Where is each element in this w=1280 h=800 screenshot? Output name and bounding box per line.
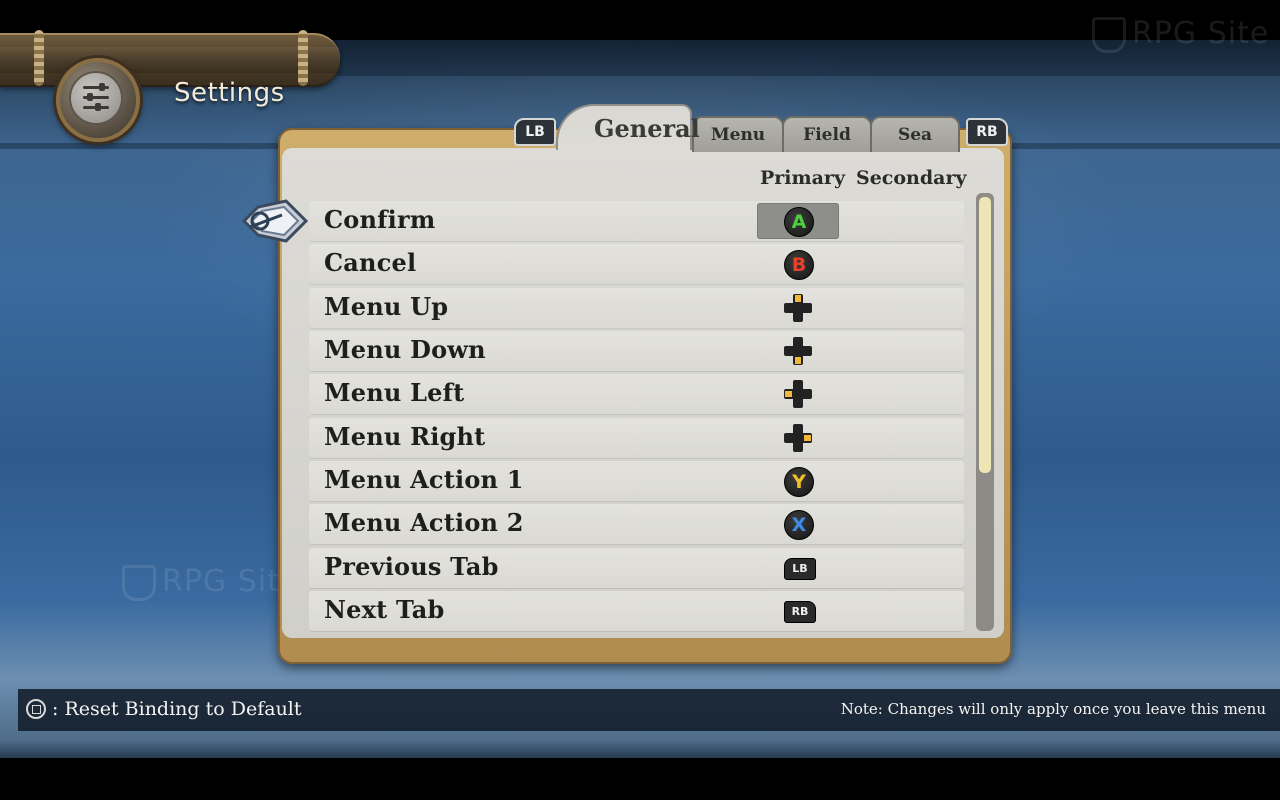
binding-row-menu-action-2[interactable]: Menu Action 2 X: [309, 504, 964, 544]
selection-cursor-icon: [241, 199, 309, 243]
rb-bumper-icon: RB: [784, 601, 816, 623]
primary-binding-cell[interactable]: A: [757, 203, 839, 239]
binding-row-menu-down[interactable]: Menu Down: [309, 331, 964, 371]
binding-label: Menu Action 2: [324, 508, 524, 537]
y-button-icon: Y: [784, 467, 814, 497]
settings-sliders-icon: [56, 58, 140, 142]
rope-knot-decoration: [34, 30, 44, 86]
dpad-down-icon: [784, 337, 812, 365]
primary-binding-cell[interactable]: B: [757, 246, 839, 282]
binding-row-menu-up[interactable]: Menu Up: [309, 288, 964, 328]
dpad-left-icon: [784, 380, 812, 408]
watermark-top: RPG Site: [1092, 16, 1269, 53]
rope-knot-decoration: [298, 30, 308, 86]
binding-row-menu-left[interactable]: Menu Left: [309, 374, 964, 414]
binding-label: Menu Right: [324, 422, 486, 451]
tab-general[interactable]: General: [556, 104, 700, 150]
binding-row-confirm[interactable]: Confirm A: [309, 201, 964, 241]
a-button-icon: A: [784, 207, 814, 237]
watermark-shield-icon: [1092, 16, 1126, 53]
watermark-text: RPG Site: [1132, 16, 1270, 51]
lb-shoulder-hint[interactable]: LB: [514, 118, 556, 146]
binding-row-previous-tab[interactable]: Previous Tab LB: [309, 548, 964, 588]
binding-label: Menu Up: [324, 292, 449, 321]
binding-label: Menu Action 1: [324, 465, 524, 494]
view-button-icon: [26, 699, 46, 719]
tab-menu[interactable]: Menu: [692, 116, 784, 152]
reset-binding-hint[interactable]: : Reset Binding to Default: [52, 698, 302, 720]
column-header-secondary: Secondary: [856, 167, 967, 189]
binding-label: Cancel: [324, 248, 417, 277]
primary-binding-cell[interactable]: [757, 420, 839, 456]
column-header-primary: Primary: [760, 167, 845, 189]
footer-note: Note: Changes will only apply once you l…: [840, 700, 1266, 718]
watermark-shield-icon: [122, 564, 156, 601]
binding-label: Confirm: [324, 205, 436, 234]
watermark-left: RPG Site: [122, 564, 299, 601]
binding-label: Menu Left: [324, 378, 465, 407]
binding-label: Menu Down: [324, 335, 486, 364]
header-plate: [0, 33, 340, 87]
primary-binding-cell[interactable]: Y: [757, 463, 839, 499]
x-button-icon: X: [784, 510, 814, 540]
b-button-icon: B: [784, 250, 814, 280]
binding-row-cancel[interactable]: Cancel B: [309, 244, 964, 284]
binding-row-menu-right[interactable]: Menu Right: [309, 418, 964, 458]
binding-label: Next Tab: [324, 595, 445, 624]
page-title: Settings: [174, 78, 285, 108]
primary-binding-cell[interactable]: [757, 376, 839, 412]
tab-field[interactable]: Field: [782, 116, 872, 152]
primary-binding-cell[interactable]: LB: [757, 550, 839, 586]
primary-binding-cell[interactable]: [757, 333, 839, 369]
primary-binding-cell[interactable]: RB: [757, 593, 839, 629]
lb-bumper-icon: LB: [784, 558, 816, 580]
binding-row-menu-action-1[interactable]: Menu Action 1 Y: [309, 461, 964, 501]
rb-shoulder-hint[interactable]: RB: [966, 118, 1008, 146]
dpad-right-icon: [784, 424, 812, 452]
primary-binding-cell[interactable]: X: [757, 506, 839, 542]
tab-sea[interactable]: Sea: [870, 116, 960, 152]
scrollbar[interactable]: [976, 193, 994, 631]
binding-row-next-tab[interactable]: Next Tab RB: [309, 591, 964, 631]
dpad-up-icon: [784, 294, 812, 322]
scrollbar-thumb[interactable]: [979, 197, 991, 473]
primary-binding-cell[interactable]: [757, 290, 839, 326]
binding-label: Previous Tab: [324, 552, 499, 581]
